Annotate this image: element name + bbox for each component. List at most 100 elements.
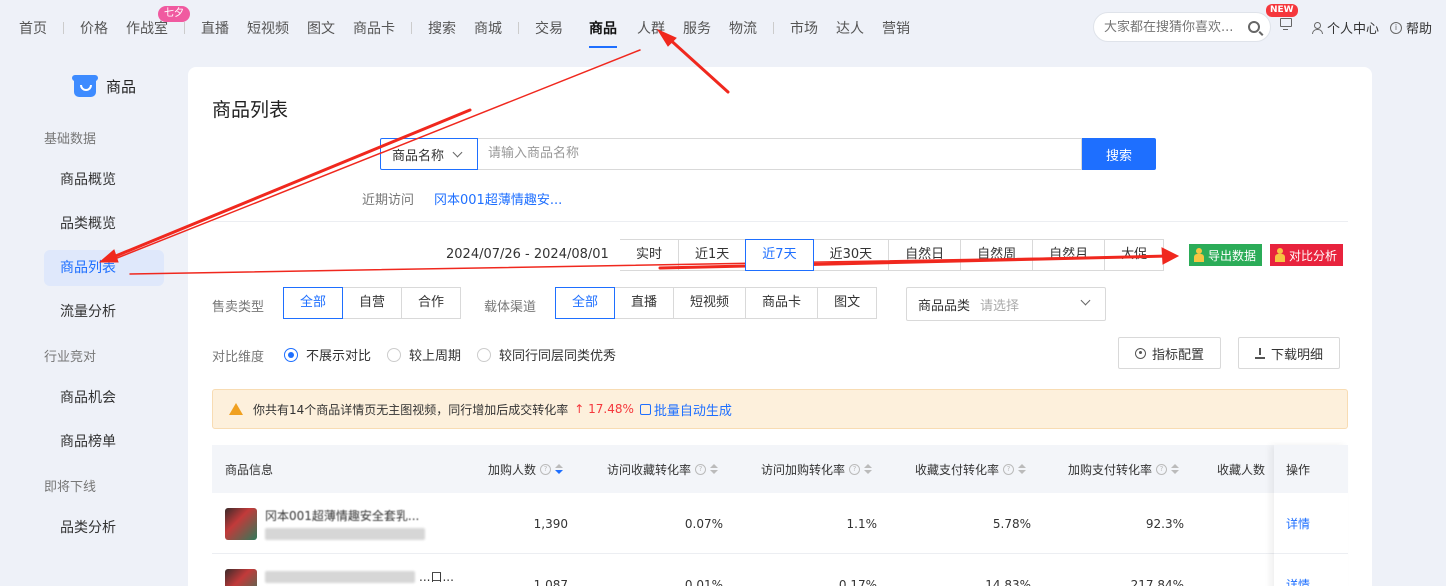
sidebar-group-deprecated: 即将下线 <box>44 480 97 495</box>
product-thumbnail[interactable] <box>225 507 257 540</box>
nav-item-product[interactable]: 商品 <box>583 0 623 56</box>
radio-no-compare[interactable]: 不展示对比 <box>284 345 371 364</box>
product-thumbnail[interactable] <box>225 568 257 586</box>
nav-item-market[interactable]: 市场 <box>790 0 818 56</box>
sort-icon[interactable] <box>1018 464 1027 474</box>
category-select[interactable]: 商品品类 请选择 <box>906 287 1106 321</box>
sale-type-partner[interactable]: 合作 <box>401 287 462 319</box>
channel-all[interactable]: 全部 <box>555 287 616 319</box>
warning-icon <box>229 403 243 415</box>
table-row: ...口... 1,087 0.01% 0.17% 14.83% 217.84% <box>212 554 1348 586</box>
sidebar-group-basic-data: 基础数据 <box>44 132 97 147</box>
sale-type-all[interactable]: 全部 <box>283 287 344 319</box>
period-tab-natural-day[interactable]: 自然日 <box>888 239 962 271</box>
col-cart-pay-rate[interactable]: 加购支付转化率 ? <box>1068 445 1180 493</box>
question-icon[interactable]: ? <box>849 463 861 475</box>
monitor-button[interactable] <box>1280 18 1292 30</box>
nav-item-home[interactable]: 首页 <box>19 0 47 56</box>
period-tab-promotion[interactable]: 大促 <box>1104 239 1165 271</box>
col-visit-cart-rate[interactable]: 访问加购转化率 ? <box>761 445 873 493</box>
nav-item-influencer[interactable]: 达人 <box>836 0 864 56</box>
nav-item-image-text[interactable]: 图文 <box>307 0 335 56</box>
tip-alert: 你共有14个商品详情页无主图视频，同行增加后成交转化率 ↑ 17.48% 批量自… <box>212 389 1348 429</box>
question-icon[interactable]: ? <box>1156 463 1168 475</box>
product-name-input[interactable]: 请输入商品名称 <box>478 138 1082 170</box>
nav-item-service[interactable]: 服务 <box>683 0 711 56</box>
question-icon[interactable]: ? <box>540 463 552 475</box>
col-visit-fav-rate[interactable]: 访问收藏转化率 ? <box>607 445 719 493</box>
global-search-box[interactable] <box>1093 12 1271 42</box>
period-tab-natural-week[interactable]: 自然周 <box>960 239 1034 271</box>
user-center-link[interactable]: 个人中心 <box>1311 18 1379 37</box>
nav-item-logistics[interactable]: 物流 <box>729 0 757 56</box>
sidebar-title: 商品 <box>106 78 137 96</box>
sidebar-item-product-overview[interactable]: 商品概览 <box>44 162 164 198</box>
global-search-input[interactable] <box>1104 19 1244 35</box>
search-field-select[interactable]: 商品名称 <box>380 138 478 170</box>
nav-item-trade[interactable]: 交易 <box>535 0 563 56</box>
question-icon[interactable]: ? <box>695 463 707 475</box>
cell-fav-pay-rate: 5.78% <box>992 516 1031 531</box>
sidebar-item-product-list[interactable]: 商品列表 <box>44 250 164 286</box>
radio-label: 较上周期 <box>409 349 462 364</box>
nav-divider <box>411 22 412 34</box>
nav-item-product-card[interactable]: 商品卡 <box>353 0 395 56</box>
export-data-button[interactable]: 导出数据 <box>1189 244 1263 266</box>
recent-visit-link[interactable]: 冈本001超薄情趣安... <box>434 189 562 208</box>
product-name[interactable]: 冈本001超薄情趣安全套乳... <box>265 507 425 524</box>
sidebar-item-category-analysis[interactable]: 品类分析 <box>44 510 164 546</box>
period-tab-1day[interactable]: 近1天 <box>678 239 747 271</box>
batch-generate-link[interactable]: 批量自动生成 <box>639 400 732 419</box>
detail-link[interactable]: 详情 <box>1274 554 1348 586</box>
product-info-cell[interactable]: 冈本001超薄情趣安全套乳... <box>225 493 425 554</box>
product-name[interactable]: ...口... <box>419 568 454 585</box>
channel-short-video[interactable]: 短视频 <box>673 287 747 319</box>
sidebar-item-product-opportunity[interactable]: 商品机会 <box>44 380 164 416</box>
nav-item-search[interactable]: 搜索 <box>428 0 456 56</box>
cell-visit-cart-rate: 0.17% <box>838 577 877 586</box>
sidebar-item-category-overview[interactable]: 品类概览 <box>44 206 164 242</box>
sale-type-self[interactable]: 自营 <box>342 287 403 319</box>
checkbox-icon <box>639 403 651 415</box>
sort-icon[interactable] <box>555 464 564 474</box>
sort-icon[interactable] <box>710 464 719 474</box>
chevron-down-icon <box>1080 295 1091 306</box>
sidebar-item-traffic-analysis[interactable]: 流量分析 <box>44 294 164 330</box>
channel-image-text[interactable]: 图文 <box>817 287 878 319</box>
nav-item-war-room[interactable]: 作战室 七夕 <box>126 0 190 56</box>
nav-item-marketing[interactable]: 营销 <box>882 0 910 56</box>
nav-item-short-video[interactable]: 短视频 <box>247 0 289 56</box>
radio-label: 不展示对比 <box>306 349 372 364</box>
nav-item-crowd[interactable]: 人群 <box>637 0 665 56</box>
col-add-cart-users[interactable]: 加购人数 ? <box>488 445 564 493</box>
sidebar-item-product-ranking[interactable]: 商品榜单 <box>44 424 164 460</box>
download-detail-button[interactable]: 下载明细 <box>1238 337 1341 369</box>
question-icon[interactable]: ? <box>1003 463 1015 475</box>
sort-icon[interactable] <box>864 464 873 474</box>
product-info-cell[interactable]: ...口... <box>225 554 454 586</box>
channel-product-card[interactable]: 商品卡 <box>745 287 819 319</box>
period-tab-realtime[interactable]: 实时 <box>620 239 680 271</box>
compare-analysis-button[interactable]: 对比分析 <box>1270 244 1344 266</box>
detail-link[interactable]: 详情 <box>1274 493 1348 554</box>
period-tab-7days[interactable]: 近7天 <box>745 239 814 271</box>
category-label: 商品品类 <box>918 298 971 314</box>
col-fav-users[interactable]: 收藏人数 <box>1217 445 1265 493</box>
sort-icon[interactable] <box>1171 464 1180 474</box>
radio-peer-excellent[interactable]: 较同行同层同类优秀 <box>477 345 616 364</box>
help-icon: i <box>1390 21 1402 34</box>
col-fav-pay-rate[interactable]: 收藏支付转化率 ? <box>915 445 1027 493</box>
help-link[interactable]: i 帮助 <box>1390 18 1432 37</box>
nav-item-mall[interactable]: 商城 <box>474 0 502 56</box>
search-button[interactable]: 搜索 <box>1082 138 1156 170</box>
metric-config-button[interactable]: 指标配置 <box>1118 337 1222 369</box>
radio-previous-period[interactable]: 较上周期 <box>387 345 461 364</box>
product-id-blurred <box>265 528 425 540</box>
nav-item-live[interactable]: 直播 <box>201 0 229 56</box>
gear-icon <box>1135 347 1146 359</box>
channel-live[interactable]: 直播 <box>614 287 675 319</box>
nav-item-price[interactable]: 价格 <box>80 0 108 56</box>
search-icon[interactable] <box>1248 21 1260 33</box>
period-tab-30days[interactable]: 近30天 <box>812 239 890 271</box>
period-tab-natural-month[interactable]: 自然月 <box>1032 239 1106 271</box>
